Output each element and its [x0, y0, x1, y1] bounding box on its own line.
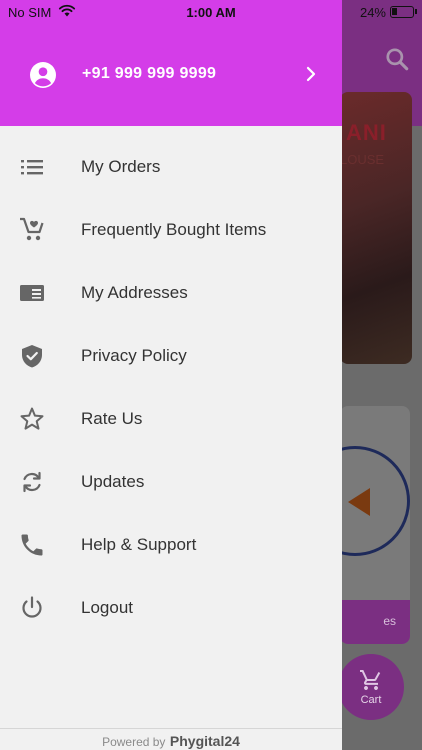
- menu-item-label: Frequently Bought Items: [81, 220, 267, 239]
- card-footer-label: es: [383, 614, 396, 628]
- sync-icon: [23, 471, 41, 493]
- menu-item-label: My Addresses: [81, 283, 188, 302]
- menu-item-logout[interactable]: Logout: [0, 577, 342, 640]
- category-card[interactable]: es: [300, 406, 410, 644]
- cart-icon: [360, 670, 381, 690]
- cart-button[interactable]: Cart: [338, 654, 404, 720]
- menu-item-my-orders[interactable]: My Orders: [0, 136, 342, 199]
- battery-tip: [415, 9, 417, 14]
- menu-item-label: Logout: [81, 598, 133, 617]
- menu-item-my-addresses[interactable]: My Addresses: [0, 262, 342, 325]
- cart-label: Cart: [360, 694, 382, 706]
- phone-icon: [21, 534, 43, 556]
- star-icon: [20, 407, 44, 430]
- banner-subtitle: LOUSE: [340, 152, 385, 167]
- address-card-icon: [20, 285, 44, 301]
- menu-item-label: Rate Us: [81, 409, 143, 428]
- powered-by-footer: Powered by Phygital24: [0, 728, 342, 750]
- chevron-right-icon[interactable]: [302, 65, 320, 83]
- menu-item-privacy-policy[interactable]: Privacy Policy: [0, 325, 342, 388]
- menu-item-label: Updates: [81, 472, 145, 491]
- menu-item-label: Help & Support: [81, 535, 197, 554]
- footer-prefix: Powered by: [102, 735, 166, 749]
- card-logo-mark: [348, 488, 370, 516]
- banner-title: ANI: [346, 120, 387, 145]
- status-bar: No SIM 1:00 AM 24%: [0, 0, 422, 26]
- promo-banner[interactable]: ANI LOUSE: [340, 92, 412, 364]
- drawer-menu: My Orders Frequently Bought Items My Add…: [0, 136, 342, 640]
- menu-item-rate-us[interactable]: Rate Us: [0, 388, 342, 451]
- menu-item-updates[interactable]: Updates: [0, 451, 342, 514]
- menu-item-label: Privacy Policy: [81, 346, 187, 365]
- shield-check-icon: [22, 345, 42, 368]
- footer-brand: Phygital24: [169, 733, 240, 749]
- menu-item-label: My Orders: [81, 157, 161, 176]
- clock: 1:00 AM: [186, 5, 236, 20]
- battery-percent: 24%: [359, 5, 386, 20]
- power-icon: [22, 596, 42, 618]
- card-footer: es: [340, 600, 410, 644]
- navigation-drawer: +91 999 999 9999 My Orders Frequently Bo…: [0, 0, 342, 750]
- menu-item-help-support[interactable]: Help & Support: [0, 514, 342, 577]
- profile-row[interactable]: +91 999 999 9999: [0, 54, 342, 94]
- list-icon: [21, 160, 43, 175]
- search-icon[interactable]: [384, 46, 410, 72]
- menu-item-frequently-bought[interactable]: Frequently Bought Items: [0, 199, 342, 262]
- account-circle-icon: [30, 62, 56, 88]
- profile-phone: +91 999 999 9999: [82, 65, 217, 82]
- battery-icon: [390, 6, 414, 18]
- cart-heart-icon: [20, 217, 44, 241]
